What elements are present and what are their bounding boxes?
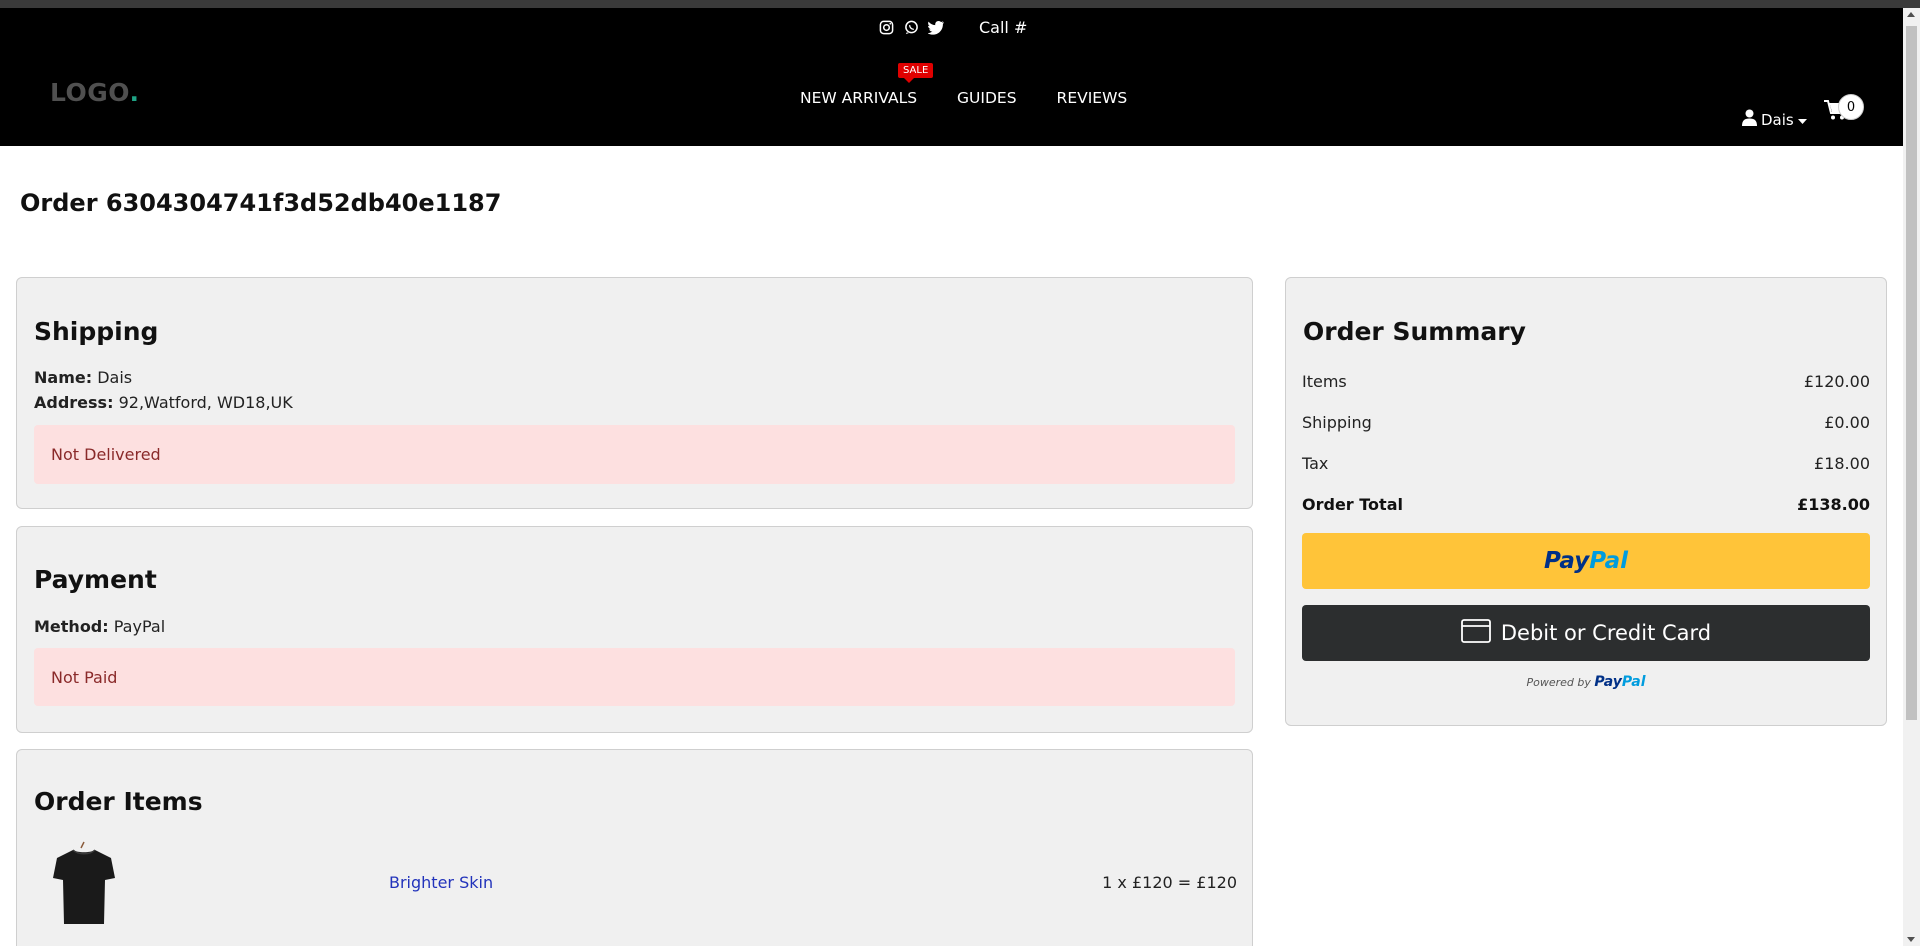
product-line-total: 1 x £120 = £120 <box>1102 873 1237 892</box>
browser-top-strip <box>0 0 1920 8</box>
summary-row-tax: Tax £18.00 <box>1302 454 1870 473</box>
summary-row-total: Order Total £138.00 <box>1302 495 1870 514</box>
logo-dot: . <box>129 78 140 107</box>
user-menu[interactable]: Dais <box>1742 109 1807 130</box>
payment-method-value: PayPal <box>113 617 166 636</box>
page-title: Order 6304304741f3d52db40e1187 <box>20 189 502 217</box>
nav-new-arrivals-label: NEW ARRIVALS <box>800 89 918 107</box>
summary-items-value: £120.00 <box>1803 372 1870 391</box>
nav-reviews[interactable]: REVIEWS <box>1057 89 1128 107</box>
summary-row-shipping: Shipping £0.00 <box>1302 413 1870 432</box>
social-links <box>878 19 945 36</box>
scrollbar-thumb[interactable] <box>1906 26 1917 720</box>
summary-row-items: Items £120.00 <box>1302 372 1870 391</box>
credit-card-icon <box>1460 618 1491 648</box>
logo-text: LOGO <box>50 78 130 107</box>
order-items-heading: Order Items <box>34 787 203 816</box>
shipping-address-value: 92,Watford, WD18,UK <box>118 393 293 412</box>
summary-shipping-value: £0.00 <box>1824 413 1870 432</box>
shipping-name-label: Name: <box>34 368 93 387</box>
debit-credit-card-button[interactable]: Debit or Credit Card <box>1302 605 1870 661</box>
shipping-heading: Shipping <box>34 317 159 346</box>
scroll-up-arrow[interactable] <box>1907 12 1915 17</box>
main-nav: NEW ARRIVALS SALE GUIDES REVIEWS <box>800 63 1128 107</box>
paypal-logo-pay: Pay <box>1544 548 1590 574</box>
summary-items-label: Items <box>1302 372 1347 391</box>
paypal-logo-pal: Pal <box>1589 548 1628 574</box>
powered-by-paypal: Powered by PayPal <box>1286 674 1886 690</box>
order-summary-card: Order Summary Items £120.00 Shipping £0.… <box>1285 277 1887 726</box>
sale-badge: SALE <box>898 63 934 83</box>
page-scrollbar[interactable] <box>1903 8 1920 946</box>
user-name: Dais <box>1761 110 1794 129</box>
twitter-icon[interactable] <box>928 19 945 36</box>
user-icon <box>1742 109 1757 130</box>
summary-total-label: Order Total <box>1302 495 1403 514</box>
order-summary-heading: Order Summary <box>1303 317 1526 346</box>
paypal-button[interactable]: Pay Pal <box>1302 533 1870 589</box>
nav-new-arrivals[interactable]: NEW ARRIVALS SALE <box>800 63 934 107</box>
product-link[interactable]: Brighter Skin <box>389 873 493 892</box>
shipping-address-label: Address: <box>34 393 114 412</box>
powered-pal-text: Pal <box>1621 674 1646 690</box>
order-items-card: Order Items Brighter Skin 1 x £120 = £12… <box>16 749 1253 946</box>
summary-shipping-label: Shipping <box>1302 413 1372 432</box>
scroll-down-arrow[interactable] <box>1907 937 1915 942</box>
powered-paypal-logo: PayPal <box>1594 674 1645 690</box>
list-item: Brighter Skin 1 x £120 = £120 <box>17 840 1254 935</box>
powered-pay-text: Pay <box>1594 674 1622 690</box>
shipping-name-value: Dais <box>97 368 133 387</box>
payment-method-label: Method: <box>34 617 109 636</box>
payment-heading: Payment <box>34 565 157 594</box>
payment-status-alert: Not Paid <box>34 648 1235 706</box>
whatsapp-icon[interactable] <box>903 19 920 36</box>
card-button-label: Debit or Credit Card <box>1500 621 1712 645</box>
summary-tax-value: £18.00 <box>1814 454 1870 473</box>
payment-card: Payment Method: PayPal Not Paid <box>16 526 1253 733</box>
payment-method-line: Method: PayPal <box>34 617 165 636</box>
caret-down-icon <box>1797 111 1807 129</box>
shipping-address-line: Address: 92,Watford, WD18,UK <box>34 393 293 412</box>
instagram-icon[interactable] <box>878 19 895 36</box>
cart-count-badge: 0 <box>1838 94 1864 120</box>
shipping-card: Shipping Name: Dais Address: 92,Watford,… <box>16 277 1253 509</box>
call-link[interactable]: Call # <box>979 18 1027 37</box>
shipping-name-line: Name: Dais <box>34 368 132 387</box>
navbar: Call # LOGO. NEW ARRIVALS SALE GUIDES RE… <box>0 8 1903 146</box>
powered-by-text: Powered by <box>1526 676 1591 689</box>
product-image <box>51 840 117 930</box>
logo[interactable]: LOGO. <box>50 78 140 107</box>
summary-tax-label: Tax <box>1302 454 1329 473</box>
delivery-status-alert: Not Delivered <box>34 425 1235 484</box>
nav-guides[interactable]: GUIDES <box>957 89 1017 107</box>
summary-total-value: £138.00 <box>1797 495 1870 514</box>
